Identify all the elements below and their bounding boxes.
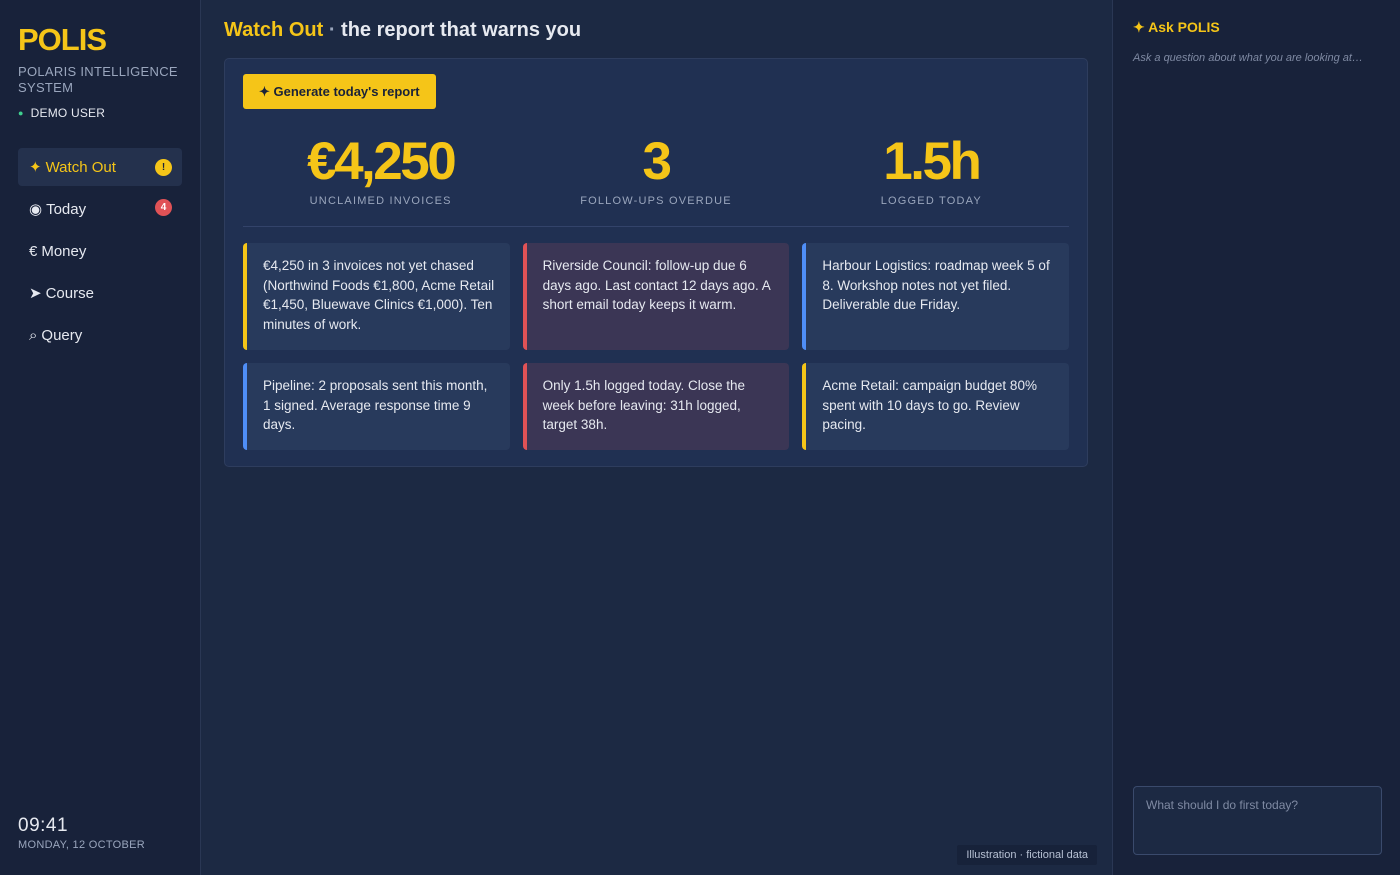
clock-date: MONDAY, 12 OCTOBER (18, 839, 146, 851)
sidebar-item-label-wrap: € Money (29, 243, 86, 260)
search-icon: ⌕ (29, 326, 38, 344)
sparkle-icon: ✦ (29, 159, 42, 176)
page-title-main: Watch Out (224, 19, 324, 41)
page-title: Watch Out · the report that warns you (224, 18, 1089, 42)
alert-card[interactable]: Only 1.5h logged today. Close the week b… (522, 363, 790, 450)
app-root: POLIS POLARIS INTELLIGENCE SYSTEM ● DEMO… (0, 0, 1400, 875)
stat-label: UNCLAIMED INVOICES (309, 195, 452, 207)
alert-card[interactable]: €4,250 in 3 invoices not yet chased (Nor… (243, 243, 510, 350)
alert-cards: €4,250 in 3 invoices not yet chased (Nor… (243, 243, 1069, 450)
alert-card[interactable]: Riverside Council: follow-up due 6 days … (522, 243, 790, 350)
sidebar-item-label: Course (45, 284, 94, 302)
sidebar-item-label-wrap: ◉ Today (29, 200, 87, 219)
clock: 09:41 MONDAY, 12 OCTOBER (18, 815, 145, 851)
app-logo: POLIS (18, 22, 107, 57)
page-title-subtitle: the report that warns you (341, 19, 582, 41)
ask-panel-title: ✦ Ask POLIS (1133, 19, 1220, 35)
sidebar-item-course[interactable]: ➤ Course (18, 274, 182, 312)
user-name: DEMO USER (30, 106, 106, 120)
sidebar-item-label-wrap: ⌕ Query (29, 327, 82, 344)
illustration-footnote: Illustration · fictional data (957, 845, 1097, 865)
alert-card[interactable]: Pipeline: 2 proposals sent this month, 1… (243, 363, 510, 450)
stat-label: FOLLOW-UPS OVERDUE (580, 195, 732, 207)
online-status-icon: ● (18, 108, 24, 118)
user-indicator: ● DEMO USER (18, 106, 182, 120)
alert-card[interactable]: Harbour Logistics: roadmap week 5 of 8. … (802, 243, 1069, 350)
stat-label: LOGGED TODAY (880, 195, 982, 207)
sidebar-item-label-wrap: ✦ Watch Out (29, 158, 116, 177)
sidebar-item-label: Today (46, 200, 87, 218)
sidebar-item-label: Money (41, 242, 87, 260)
target-icon: ◉ (29, 201, 43, 218)
sidebar-item-label: Query (41, 326, 83, 344)
main-content: Watch Out · the report that warns you ✦ … (201, 0, 1112, 875)
ask-panel-hint: Ask a question about what you are lookin… (1133, 52, 1363, 64)
sidebar-item-label-wrap: ➤ Course (29, 284, 94, 303)
page-title-separator: · (328, 19, 336, 41)
warning-badge: ! (155, 158, 172, 176)
stat-logged-today: 1.5h LOGGED TODAY (794, 132, 1069, 208)
generate-report-button[interactable]: ✦ Generate today's report (243, 74, 436, 109)
stat-value: 3 (642, 132, 672, 191)
stat-follow-ups-overdue: 3 FOLLOW-UPS OVERDUE (518, 132, 793, 208)
report-panel: ✦ Generate today's report €4,250 UNCLAIM… (224, 58, 1088, 467)
arrow-icon: ➤ (29, 285, 42, 302)
sidebar-nav: ✦ Watch Out ! ◉ Today 4 € Money ➤ Course… (18, 148, 182, 354)
ask-input[interactable] (1133, 786, 1382, 855)
euro-icon: € (29, 242, 38, 260)
stat-value: 1.5h (883, 132, 982, 191)
app-subtitle: POLARIS INTELLIGENCE SYSTEM (18, 64, 178, 95)
alert-card[interactable]: Acme Retail: campaign budget 80% spent w… (802, 363, 1069, 450)
sidebar-item-query[interactable]: ⌕ Query (18, 316, 182, 354)
ask-panel: ✦ Ask POLIS Ask a question about what yo… (1112, 0, 1400, 875)
count-badge: 4 (155, 198, 172, 216)
sidebar-item-watch-out[interactable]: ✦ Watch Out ! (18, 148, 182, 186)
sidebar: POLIS POLARIS INTELLIGENCE SYSTEM ● DEMO… (0, 0, 201, 875)
clock-time: 09:41 (18, 815, 69, 836)
sidebar-item-today[interactable]: ◉ Today 4 (18, 190, 182, 228)
stat-unclaimed-invoices: €4,250 UNCLAIMED INVOICES (243, 132, 518, 208)
sidebar-item-money[interactable]: € Money (18, 232, 182, 270)
stat-value: €4,250 (307, 132, 457, 191)
stats-row: €4,250 UNCLAIMED INVOICES 3 FOLLOW-UPS O… (243, 133, 1069, 227)
sidebar-item-label: Watch Out (45, 158, 116, 176)
